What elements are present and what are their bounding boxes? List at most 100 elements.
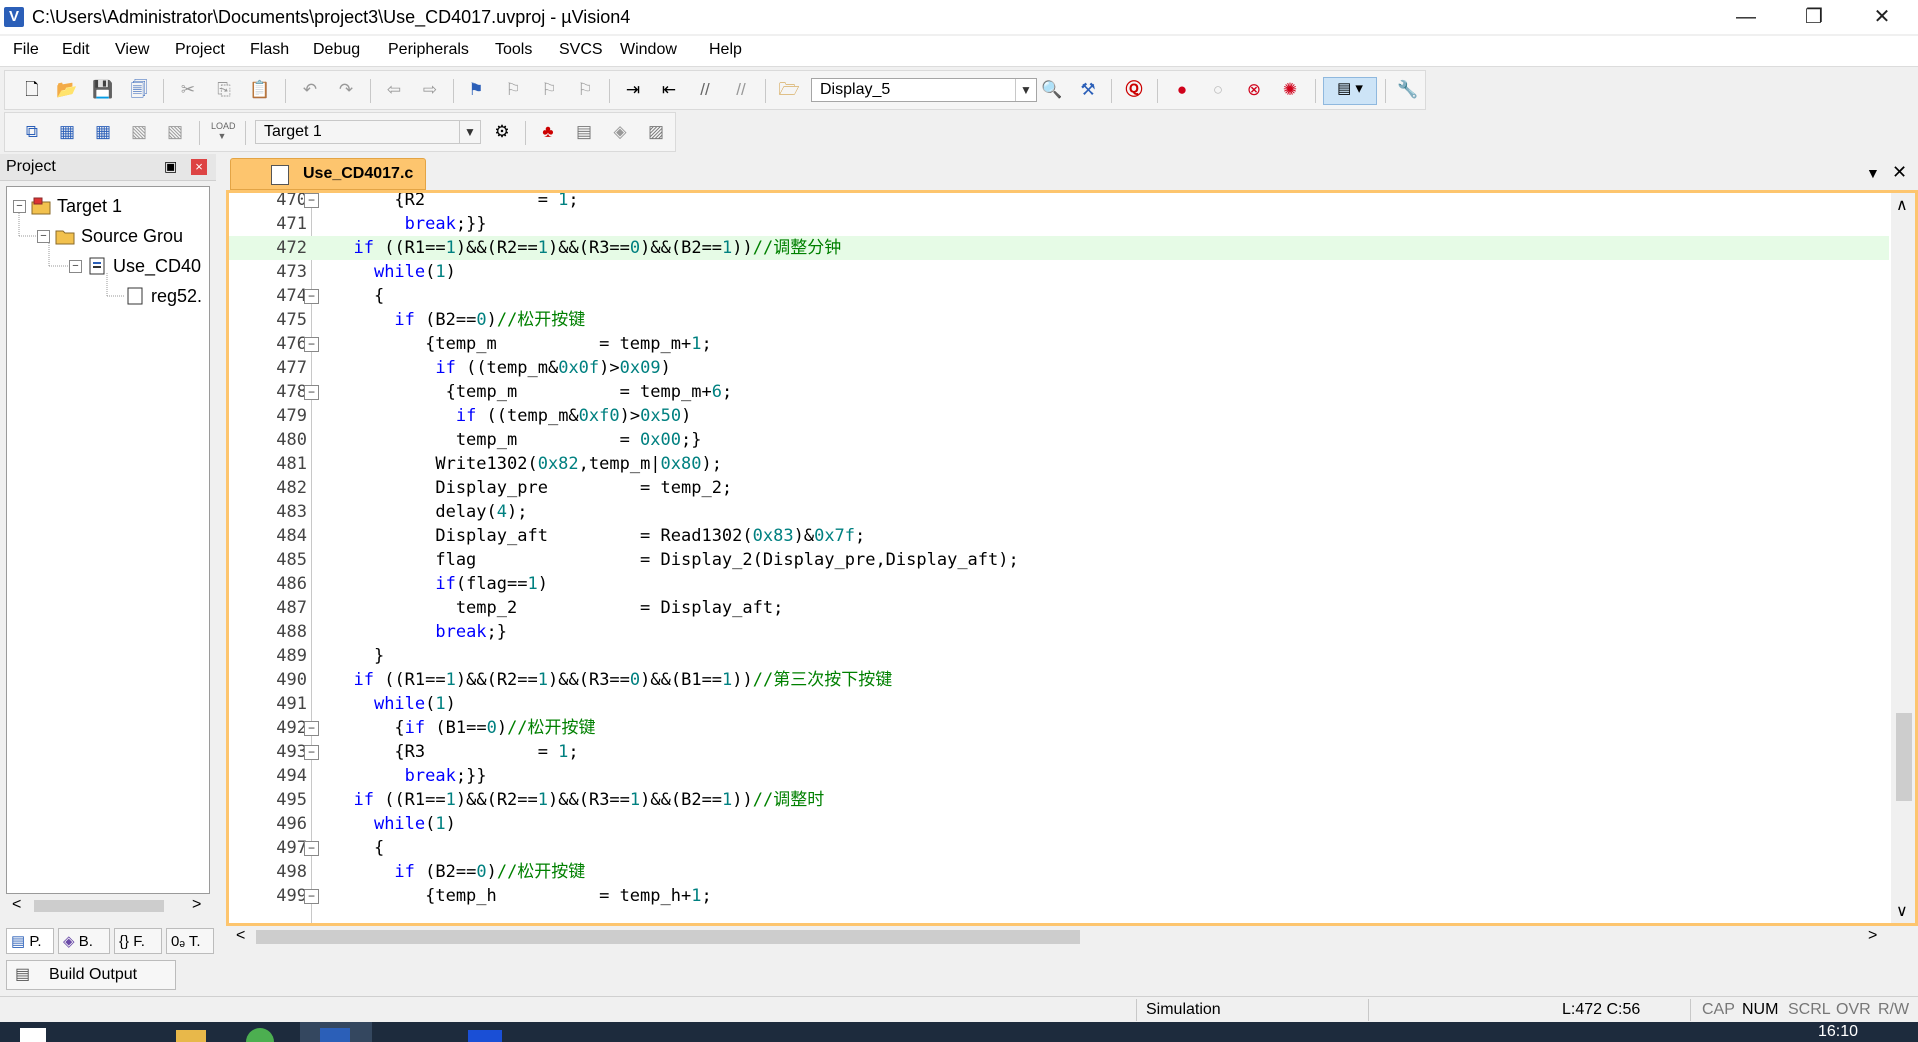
code-line[interactable]: 499− {temp_h = temp_h+1; (229, 884, 1889, 908)
scroll-left-icon[interactable]: < (236, 927, 245, 945)
stop-build-icon[interactable]: ▧ (164, 121, 186, 143)
fold-toggle-icon[interactable]: − (304, 193, 319, 208)
start-icon[interactable] (20, 1028, 46, 1042)
code-text[interactable]: Display_pre = temp_2; (333, 476, 732, 500)
code-line[interactable]: 474− { (229, 284, 1889, 308)
menu-edit[interactable]: Edit (62, 41, 90, 59)
project-horizontal-scrollbar[interactable]: < > (8, 896, 208, 916)
scroll-down-icon[interactable]: ∨ (1896, 901, 1908, 921)
code-line[interactable]: 470− {R2 = 1; (229, 193, 1889, 212)
code-text[interactable]: if ((temp_m&0xf0)>0x50) (333, 404, 691, 428)
save-all-icon[interactable]: 🗐 (128, 79, 150, 101)
open-icon[interactable]: 📂 (56, 79, 78, 101)
code-text[interactable]: {temp_m = temp_m+6; (333, 380, 733, 404)
menu-help[interactable]: Help (709, 41, 742, 59)
code-line[interactable]: 486 if(flag==1) (229, 572, 1889, 596)
code-line[interactable]: 495 if ((R1==1)&&(R2==1)&&(R3==1)&&(B2==… (229, 788, 1889, 812)
code-line[interactable]: 471 break;}} (229, 212, 1889, 236)
code-line[interactable]: 478− {temp_m = temp_m+6; (229, 380, 1889, 404)
code-text[interactable]: while(1) (333, 812, 456, 836)
tab-use-cd4017[interactable]: Use_CD4017.c (230, 158, 426, 190)
menu-project[interactable]: Project (175, 41, 225, 59)
code-editor[interactable]: 470− {R2 = 1; 471 break;}} 472 if ((R1==1)… (226, 190, 1918, 926)
tab-project[interactable]: ▤ P. (6, 928, 54, 954)
code-text[interactable]: while(1) (333, 692, 456, 716)
bookmark-next-icon[interactable]: ⚐ (538, 79, 560, 101)
fold-toggle-icon[interactable]: − (304, 385, 319, 400)
download-icon[interactable]: LOAD ▼ (211, 121, 236, 143)
translate-icon[interactable]: ⧉ (21, 121, 43, 143)
unindent-icon[interactable]: ⇤ (658, 79, 680, 101)
code-text[interactable]: Write1302(0x82,temp_m|0x80); (333, 452, 722, 476)
code-text[interactable]: { (333, 836, 384, 860)
code-text[interactable]: if ((R1==1)&&(R2==1)&&(R3==0)&&(B2==1))/… (333, 236, 841, 260)
code-text[interactable]: if ((R1==1)&&(R2==1)&&(R3==1)&&(B2==1))/… (333, 788, 824, 812)
indent-icon[interactable]: ⇥ (622, 79, 644, 101)
browser-icon[interactable] (246, 1028, 274, 1042)
manage-components-icon[interactable]: ♣ (537, 121, 559, 143)
chevron-down-icon[interactable]: ▼ (1015, 79, 1036, 101)
code-text[interactable]: flag = Display_2(Display_pre,Display_aft… (333, 548, 1018, 572)
pin-icon[interactable]: ▣ (164, 158, 177, 175)
code-line[interactable]: 482 Display_pre = temp_2; (229, 476, 1889, 500)
code-text[interactable]: {R2 = 1; (333, 193, 578, 212)
fold-toggle-icon[interactable]: − (304, 889, 319, 904)
code-line[interactable]: 488 break;} (229, 620, 1889, 644)
scroll-right-icon[interactable]: > (192, 896, 201, 914)
build-icon[interactable]: ▦ (56, 121, 78, 143)
code-line[interactable]: 485 flag = Display_2(Display_pre,Display… (229, 548, 1889, 572)
comment-icon[interactable]: // (694, 79, 716, 101)
code-text[interactable]: break;} (333, 620, 507, 644)
code-text[interactable]: if(flag==1) (333, 572, 548, 596)
menu-file[interactable]: File (13, 41, 39, 59)
code-text[interactable]: while(1) (333, 260, 456, 284)
fold-toggle-icon[interactable]: − (304, 337, 319, 352)
breakpoint-disable-icon[interactable]: ○ (1207, 79, 1229, 101)
code-line[interactable]: 476− {temp_m = temp_m+1; (229, 332, 1889, 356)
window-layout-icon[interactable]: ▤ ▾ (1323, 77, 1377, 105)
select-packs-icon[interactable]: ◈ (609, 121, 631, 143)
scroll-right-icon[interactable]: > (1868, 927, 1877, 945)
menu-tools[interactable]: Tools (495, 41, 532, 59)
code-text[interactable]: {R3 = 1; (333, 740, 578, 764)
menu-flash[interactable]: Flash (250, 41, 289, 59)
build-output-tab[interactable]: ▤ Build Output (6, 960, 176, 990)
code-area[interactable]: 470− {R2 = 1; 471 break;}} 472 if ((R1==1)… (229, 193, 1889, 923)
code-line[interactable]: 494 break;}} (229, 764, 1889, 788)
rebuild-icon[interactable]: ▦ (92, 121, 114, 143)
uncomment-icon[interactable]: // (730, 79, 752, 101)
code-line[interactable]: 479 if ((temp_m&0xf0)>0x50) (229, 404, 1889, 428)
chevron-down-icon[interactable]: ▼ (1866, 165, 1880, 181)
chevron-down-icon[interactable]: ▼ (459, 121, 480, 143)
redo-icon[interactable]: ↷ (335, 79, 357, 101)
bookmark-prev-icon[interactable]: ⚐ (502, 79, 524, 101)
close-icon[interactable]: ✕ (1892, 162, 1907, 183)
menu-svcs[interactable]: SVCS (559, 41, 603, 59)
scroll-thumb[interactable] (256, 930, 1080, 944)
scroll-up-icon[interactable]: ∧ (1896, 195, 1908, 215)
code-text[interactable]: {temp_m = temp_m+1; (333, 332, 712, 356)
menu-peripherals[interactable]: Peripherals (388, 41, 469, 59)
batch-build-icon[interactable]: ▧ (128, 121, 150, 143)
new-file-icon[interactable]: 🗋 (21, 79, 43, 101)
save-icon[interactable]: 💾 (92, 79, 114, 101)
code-text[interactable]: temp_m = 0x00;} (333, 428, 702, 452)
code-text[interactable]: if ((R1==1)&&(R2==1)&&(R3==0)&&(B1==1))/… (333, 668, 892, 692)
code-line[interactable]: 498 if (B2==0)//松开按键 (229, 860, 1889, 884)
code-line[interactable]: 484 Display_aft = Read1302(0x83)&0x7f; (229, 524, 1889, 548)
code-line[interactable]: 472 if ((R1==1)&&(R2==1)&&(R3==0)&&(B2==… (229, 236, 1889, 260)
breakpoint-icon[interactable]: ● (1171, 79, 1193, 101)
code-line[interactable]: 496 while(1) (229, 812, 1889, 836)
tab-books[interactable]: ◈ B. (58, 928, 110, 954)
target-options-icon[interactable]: ⚙ (491, 121, 513, 143)
file-extensions-icon[interactable]: ▤ (573, 121, 595, 143)
debug-start-icon[interactable]: Ⓠ (1123, 79, 1145, 101)
scroll-thumb[interactable] (34, 900, 164, 912)
scroll-thumb[interactable] (1896, 713, 1912, 801)
code-text[interactable]: {if (B1==0)//松开按键 (333, 716, 595, 740)
back-icon[interactable]: ⇦ (383, 79, 405, 101)
menu-window[interactable]: Window (620, 41, 677, 59)
configure-icon[interactable]: 🔧 (1397, 79, 1419, 101)
close-window-button[interactable]: ✕ (1852, 0, 1912, 34)
code-text[interactable]: if ((temp_m&0x0f)>0x09) (333, 356, 670, 380)
